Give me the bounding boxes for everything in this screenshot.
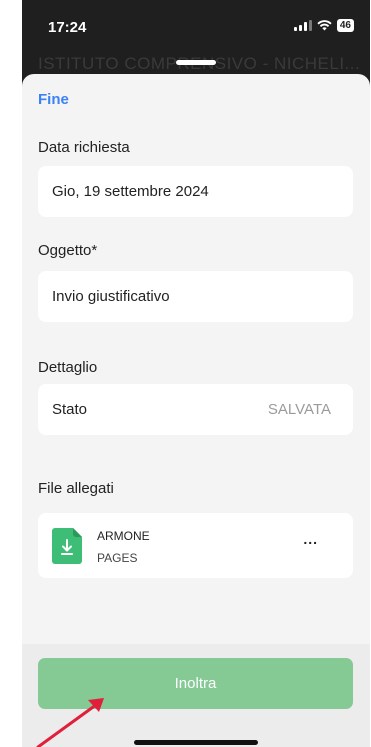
status-icons: 46 bbox=[293, 19, 354, 32]
request-sheet: Fine Data richiesta Gio, 19 settembre 20… bbox=[22, 74, 370, 747]
phone-screen: 17:24 46 ISTITUTO COMPRENSIVO - NICHELI.… bbox=[22, 0, 370, 747]
subject-value: Invio giustificativo bbox=[52, 288, 170, 305]
attachments-label: File allegati bbox=[38, 480, 114, 497]
submit-button[interactable]: Inoltra bbox=[38, 658, 353, 709]
status-row: Stato SALVATA bbox=[38, 384, 353, 435]
date-value: Gio, 19 settembre 2024 bbox=[52, 183, 209, 200]
battery-icon: 46 bbox=[336, 19, 354, 32]
submit-label: Inoltra bbox=[174, 675, 217, 692]
status-value: SALVATA bbox=[267, 401, 331, 418]
detail-label: Dettaglio bbox=[38, 359, 98, 376]
wifi-icon bbox=[317, 20, 332, 31]
home-indicator bbox=[134, 740, 258, 745]
done-button[interactable]: Fine bbox=[38, 91, 69, 108]
attachment-item[interactable]: ARMONE PAGES ... bbox=[38, 513, 353, 578]
file-type: PAGES bbox=[97, 551, 138, 565]
status-time: 17:24 bbox=[48, 19, 87, 36]
file-name: ARMONE bbox=[97, 529, 150, 543]
more-options-button[interactable]: ... bbox=[303, 531, 318, 547]
signal-icon bbox=[293, 20, 312, 31]
date-field[interactable]: Gio, 19 settembre 2024 bbox=[38, 166, 353, 217]
download-file-icon bbox=[52, 528, 82, 564]
status-label: Stato bbox=[52, 401, 88, 418]
subject-label: Oggetto* bbox=[38, 242, 98, 259]
status-bar: 17:24 46 bbox=[22, 0, 370, 58]
subject-field[interactable]: Invio giustificativo bbox=[38, 271, 353, 322]
sheet-grabber[interactable] bbox=[176, 60, 216, 65]
date-label: Data richiesta bbox=[38, 139, 130, 156]
